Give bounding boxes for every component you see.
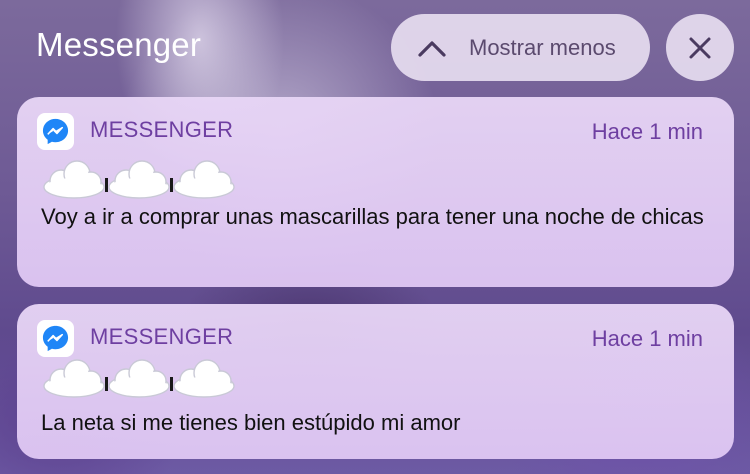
- sender-name-redacted: [39, 157, 239, 201]
- cloud-sticker-icon: [173, 160, 235, 199]
- show-less-label: Mostrar menos: [469, 34, 616, 60]
- message-text: La neta si me tienes bien estúpido mi am…: [41, 410, 461, 435]
- timestamp: Hace 1 min: [591, 119, 703, 144]
- cloud-sticker-icon: [43, 160, 105, 199]
- cloud-sticker-icon: [108, 160, 170, 199]
- timestamp: Hace 1 min: [591, 326, 703, 351]
- group-title: Messenger: [36, 26, 202, 63]
- messenger-app-icon: [37, 320, 74, 357]
- clear-notifications-button[interactable]: [666, 14, 734, 81]
- chevron-up-icon: [418, 40, 446, 57]
- cloud-sticker-icon: [173, 359, 235, 398]
- notification-card[interactable]: MESSENGER Hace 1 min: [17, 304, 734, 459]
- sender-name-redacted: [39, 356, 239, 400]
- show-less-button[interactable]: Mostrar menos: [391, 14, 650, 81]
- close-icon: [689, 37, 711, 58]
- app-name: MESSENGER: [90, 117, 234, 142]
- cloud-sticker-icon: [43, 359, 105, 398]
- cloud-sticker-icon: [108, 359, 170, 398]
- app-name: MESSENGER: [90, 324, 234, 349]
- message-text: Voy a ir a comprar unas mascarillas para…: [41, 204, 704, 229]
- notification-card[interactable]: MESSENGER Hace 1 min: [17, 97, 734, 287]
- messenger-app-icon: [37, 113, 74, 150]
